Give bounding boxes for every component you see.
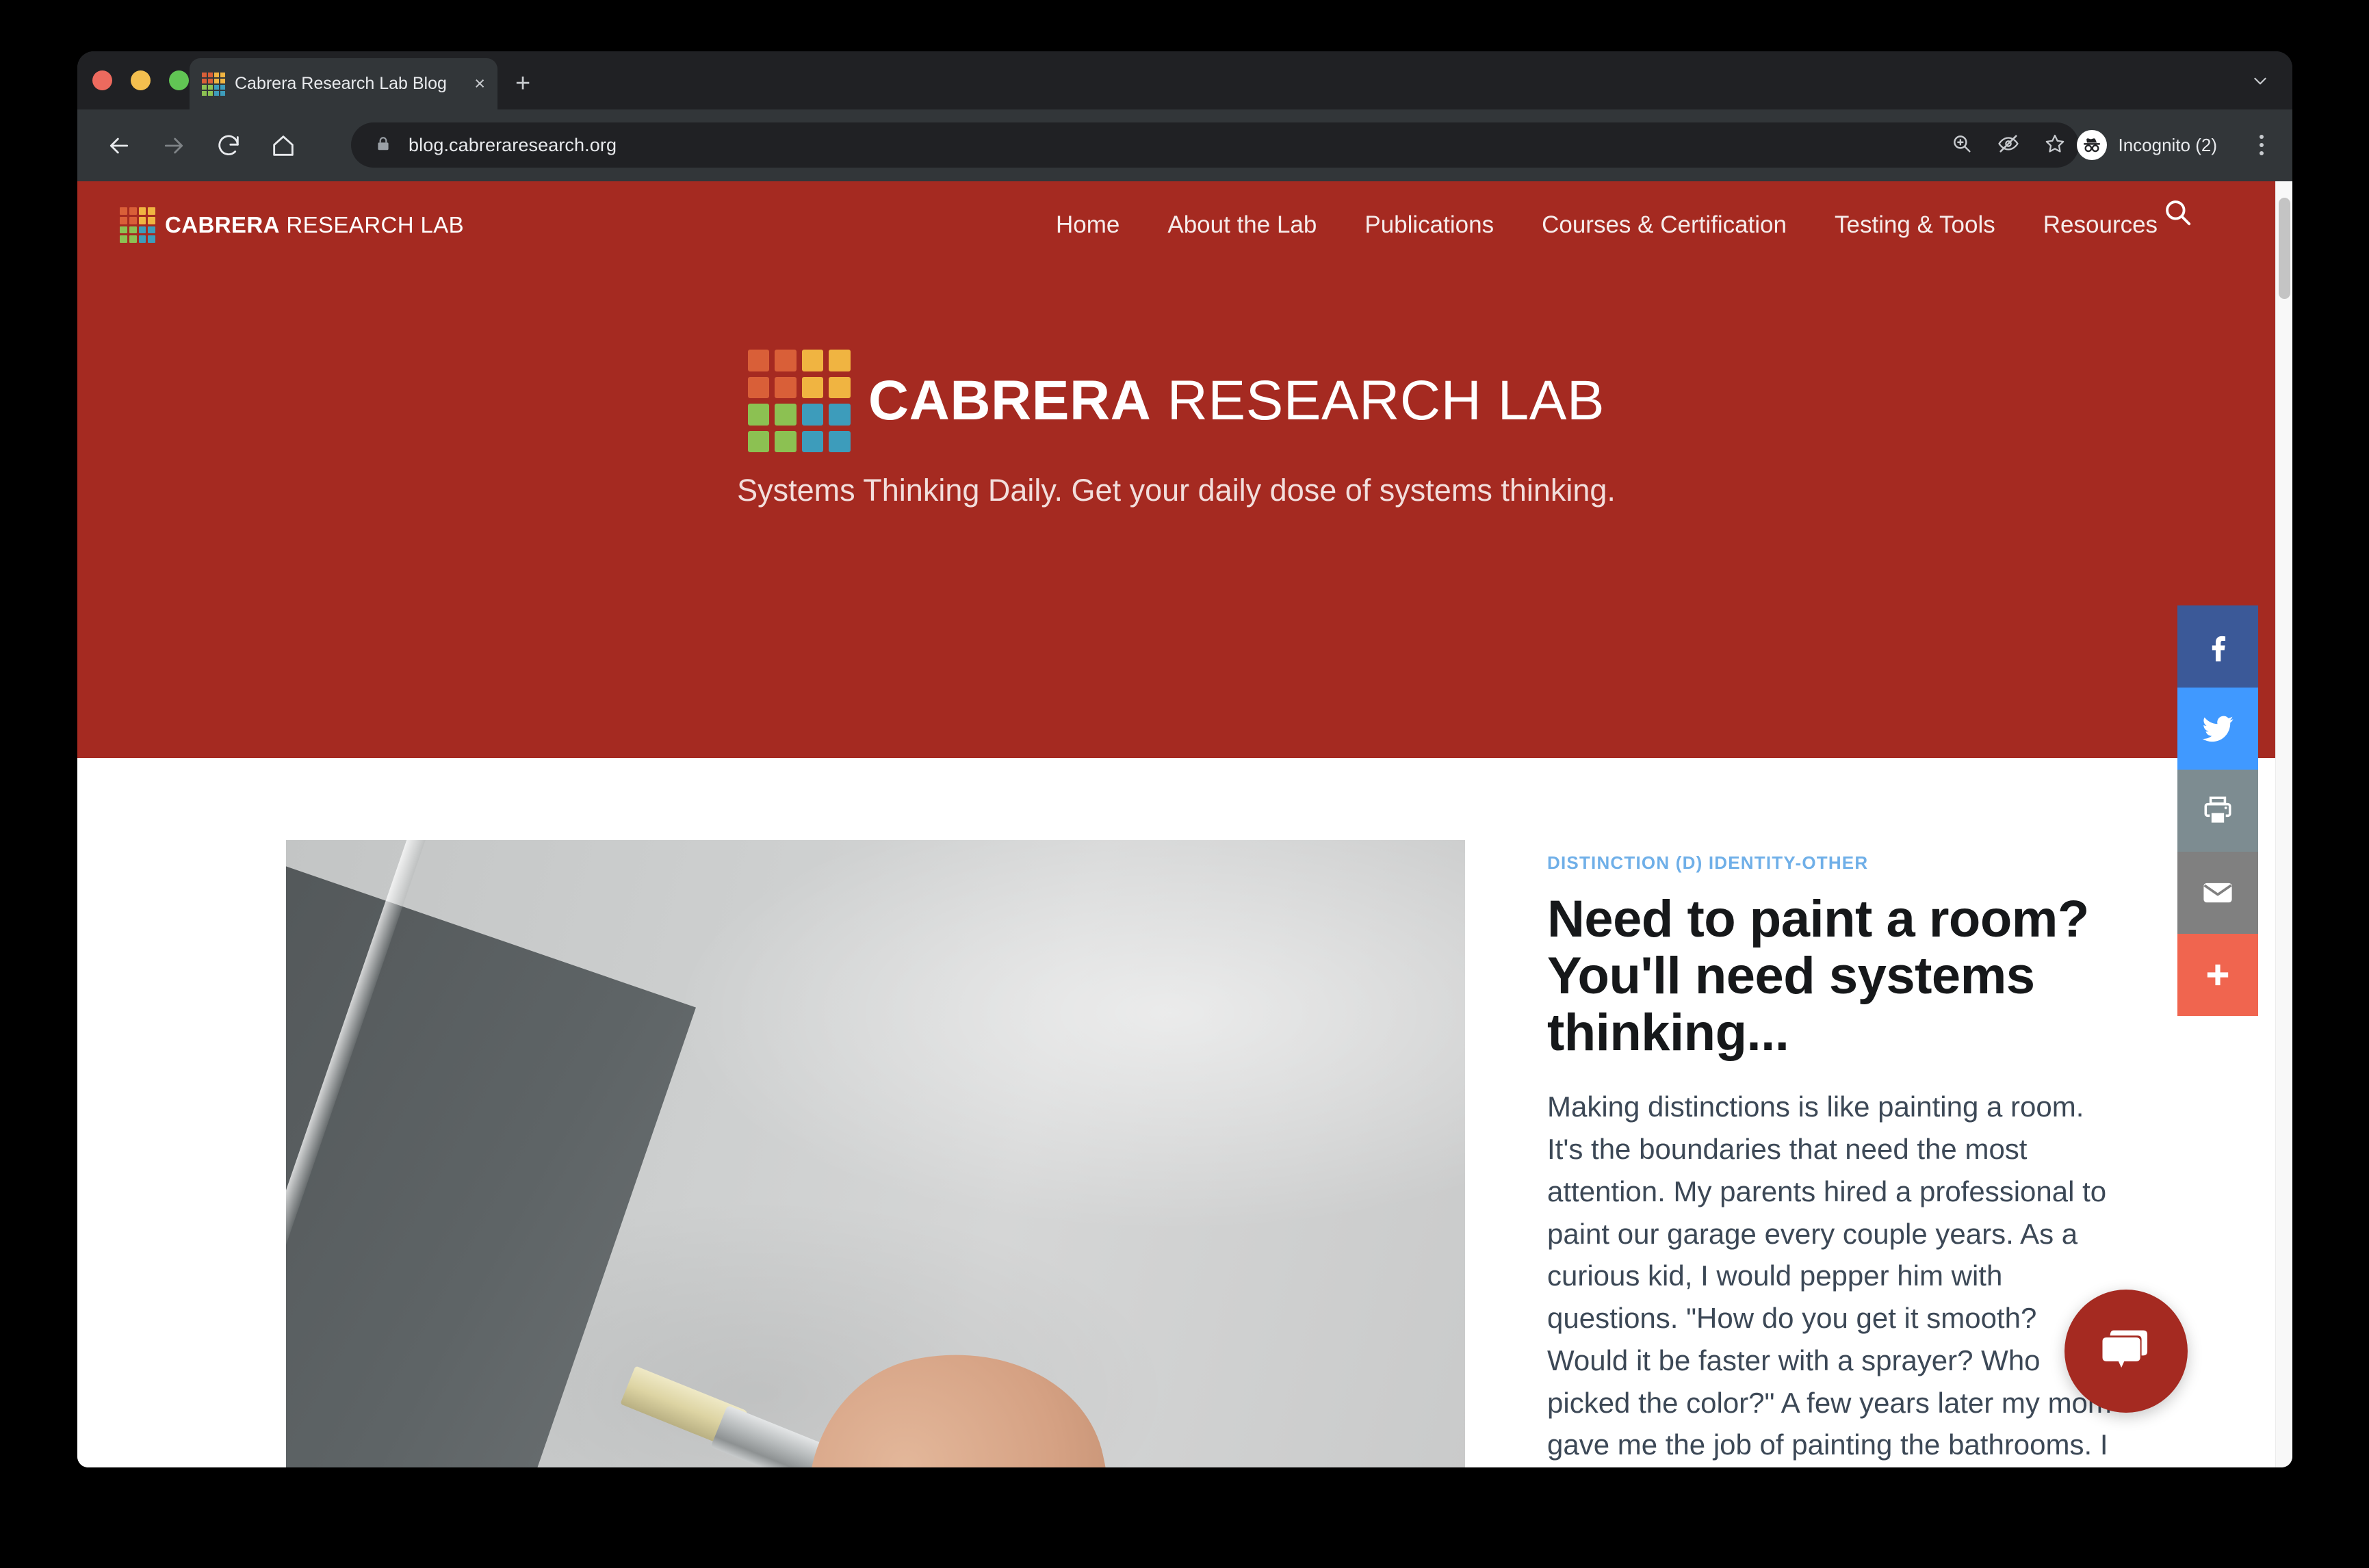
star-icon[interactable] [2043, 132, 2067, 159]
nav-item-about-the-lab[interactable]: About the Lab [1167, 211, 1317, 239]
minimize-window-button[interactable] [131, 70, 151, 90]
scrollbar-thumb[interactable] [2279, 198, 2290, 299]
facebook-share-button[interactable] [2177, 605, 2258, 688]
site-logo[interactable]: CABRERA RESEARCH LAB [120, 207, 464, 243]
hero-banner: CABRERA RESEARCH LAB Systems Thinking Da… [77, 269, 2275, 758]
hero-logo: CABRERA RESEARCH LAB [747, 350, 1605, 452]
cabrera-logo-favicon [202, 72, 225, 96]
post-thumbnail-image[interactable] [286, 840, 1465, 1467]
nav-item-courses-certification[interactable]: Courses & Certification [1542, 211, 1787, 239]
hero-tagline: Systems Thinking Daily. Get your daily d… [737, 473, 1616, 508]
new-tab-button[interactable]: + [515, 70, 530, 96]
brand-light: RESEARCH LAB [279, 212, 465, 237]
site-navigation: Home About the Lab Publications Courses … [1056, 200, 2193, 239]
post-category-label[interactable]: DISTINCTION (D) IDENTITY-OTHER [1547, 852, 2115, 874]
window-controls [92, 70, 189, 90]
address-bar-url: blog.cabreraresearch.org [409, 134, 617, 155]
hero-logo-text: CABRERA RESEARCH LAB [868, 369, 1605, 433]
page-viewport: CABRERA RESEARCH LAB Home About the Lab … [77, 181, 2292, 1467]
nav-item-testing-tools[interactable]: Testing & Tools [1835, 211, 1995, 239]
lock-icon [374, 135, 392, 156]
tab-title: Cabrera Research Lab Blog [235, 74, 447, 93]
kebab-menu-icon[interactable] [2246, 125, 2277, 166]
post-title[interactable]: Need to paint a room? You'll need system… [1547, 891, 2115, 1061]
omnibox-actions [1950, 132, 2067, 159]
social-share-rail [2177, 605, 2258, 1016]
maximize-window-button[interactable] [169, 70, 189, 90]
forward-arrow-icon[interactable] [154, 126, 194, 166]
brand-bold: CABRERA [165, 212, 280, 237]
home-icon[interactable] [263, 126, 303, 166]
search-icon[interactable] [2162, 196, 2193, 231]
close-window-button[interactable] [92, 70, 112, 90]
browser-toolbar: blog.cabreraresearch.org Incognito (2) [77, 109, 2292, 181]
post-content: DISTINCTION (D) IDENTITY-OTHER Need to p… [1547, 840, 2115, 1467]
nav-item-resources[interactable]: Resources [2043, 211, 2158, 239]
zoom-search-icon[interactable] [1950, 132, 1973, 159]
address-bar[interactable]: blog.cabreraresearch.org [351, 122, 2079, 168]
tab-strip: Cabrera Research Lab Blog × + [77, 51, 2292, 109]
incognito-label: Incognito (2) [2118, 134, 2217, 155]
cabrera-grid-logo-icon [120, 207, 155, 243]
incognito-profile-button[interactable]: Incognito (2) [2070, 125, 2235, 166]
incognito-avatar-icon [2077, 130, 2108, 160]
toolbar-right-cluster: Incognito (2) [2070, 122, 2277, 168]
nav-item-home[interactable]: Home [1056, 211, 1119, 239]
back-arrow-icon[interactable] [99, 126, 139, 166]
email-share-button[interactable] [2177, 852, 2258, 934]
post-excerpt: Making distinctions is like painting a r… [1547, 1090, 2112, 1461]
print-button[interactable] [2177, 770, 2258, 852]
site-header: CABRERA RESEARCH LAB Home About the Lab … [77, 181, 2275, 269]
page-scrollbar[interactable] [2275, 181, 2292, 1467]
nav-item-publications[interactable]: Publications [1364, 211, 1494, 239]
chat-bubble-icon [2095, 1318, 2158, 1385]
web-page: CABRERA RESEARCH LAB Home About the Lab … [77, 181, 2275, 1467]
chat-widget-button[interactable] [2064, 1290, 2188, 1413]
close-tab-icon[interactable]: × [474, 75, 485, 93]
reload-icon[interactable] [209, 126, 248, 166]
twitter-share-button[interactable] [2177, 688, 2258, 770]
chevron-down-icon[interactable] [2251, 72, 2269, 90]
hero-light: RESEARCH LAB [1151, 369, 1605, 432]
browser-tab[interactable]: Cabrera Research Lab Blog × [190, 58, 497, 109]
browser-window: Cabrera Research Lab Blog × + blog.cabre… [77, 51, 2292, 1467]
cabrera-grid-logo-large-icon [747, 350, 851, 452]
site-logo-text: CABRERA RESEARCH LAB [165, 212, 464, 238]
post-section: DISTINCTION (D) IDENTITY-OTHER Need to p… [77, 758, 2275, 1467]
hero-bold: CABRERA [868, 369, 1152, 432]
eye-off-icon[interactable] [1997, 132, 2020, 159]
more-share-button[interactable] [2177, 934, 2258, 1016]
